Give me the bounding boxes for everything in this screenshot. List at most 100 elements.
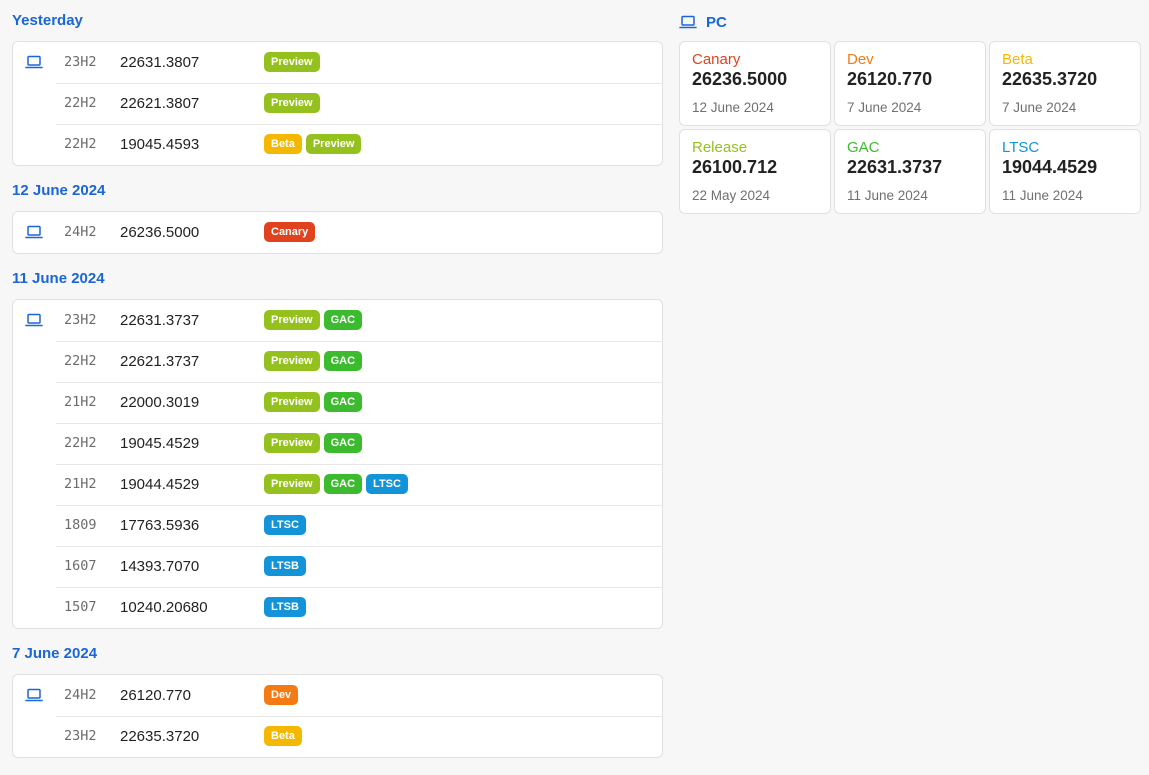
channel-name: Canary [692, 51, 741, 68]
pc-header: PC [679, 12, 727, 32]
laptop-icon [25, 688, 43, 702]
laptop-icon [25, 225, 43, 239]
badge-preview: Preview [264, 310, 320, 330]
build-number: 19044.4529 [120, 476, 200, 493]
release-row[interactable]: 21H2 19044.4529 Preview GAC LTSC [13, 464, 662, 505]
badge-canary: Canary [264, 222, 316, 242]
badge-preview: Preview [264, 52, 320, 72]
release-row[interactable]: 24H2 26236.5000 Canary [13, 212, 662, 253]
version-label: 21H2 [64, 476, 97, 492]
release-card: 24H2 26120.770 Dev 23H2 22635.3720 Beta [12, 674, 663, 758]
badge-ltsb: LTSB [264, 597, 306, 617]
channel-date: 11 June 2024 [847, 188, 928, 203]
version-label: 1607 [64, 558, 97, 574]
channel-name: Beta [1002, 51, 1033, 68]
badge-ltsc: LTSC [264, 515, 306, 535]
badge-preview: Preview [305, 134, 362, 154]
channel-name: Dev [847, 51, 874, 68]
channel-build: 19044.4529 [1002, 157, 1098, 177]
date-heading: 11 June 2024 [12, 270, 105, 287]
pc-title: PC [706, 13, 727, 31]
release-row[interactable]: 23H2 22635.3720 Beta [13, 716, 662, 757]
channel-date: 22 May 2024 [692, 188, 771, 203]
channel-badges: Canary [264, 222, 316, 242]
channel-badges: Beta Preview [264, 134, 362, 154]
badge-preview: Preview [264, 392, 320, 412]
build-number: 10240.20680 [120, 599, 208, 616]
build-number: 22631.3737 [120, 312, 200, 329]
version-label: 22H2 [64, 435, 97, 451]
channel-badges: Preview [264, 52, 320, 72]
laptop-icon [25, 55, 43, 69]
release-card: 23H2 22631.3807 Preview 22H2 22621.3807 Previ… [12, 41, 663, 166]
version-label: 23H2 [64, 312, 97, 328]
channel-tile-beta[interactable]: Beta 22635.3720 7 June 2024 [989, 41, 1141, 126]
channel-build: 26120.770 [847, 69, 933, 89]
badge-gac: GAC [323, 392, 363, 412]
release-row[interactable]: 24H2 26120.770 Dev [13, 675, 662, 716]
badge-beta: Beta [264, 134, 302, 154]
channel-tile-dev[interactable]: Dev 26120.770 7 June 2024 [834, 41, 986, 126]
channel-date: 11 June 2024 [1002, 188, 1083, 203]
release-row[interactable]: 23H2 22631.3807 Preview [13, 42, 662, 83]
release-row[interactable]: 1507 10240.20680 LTSB [13, 587, 662, 628]
laptop-icon [25, 313, 43, 327]
channel-tile-release[interactable]: Release 26100.712 22 May 2024 [679, 129, 831, 214]
release-row[interactable]: 1809 17763.5936 LTSC [13, 505, 662, 546]
build-number: 22621.3737 [120, 353, 200, 370]
version-label: 1809 [64, 517, 97, 533]
badge-ltsb: LTSB [264, 556, 306, 576]
build-number: 22621.3807 [120, 95, 200, 112]
channel-tile-canary[interactable]: Canary 26236.5000 12 June 2024 [679, 41, 831, 126]
channel-build: 22631.3737 [847, 157, 943, 177]
release-row[interactable]: 21H2 22000.3019 Preview GAC [13, 382, 662, 423]
channel-build: 22635.3720 [1002, 69, 1098, 89]
build-number: 19045.4593 [120, 136, 200, 153]
channel-build: 26100.712 [692, 157, 778, 177]
version-label: 24H2 [64, 687, 97, 703]
version-label: 23H2 [64, 728, 97, 744]
date-heading: Yesterday [12, 12, 83, 29]
release-row[interactable]: 22H2 19045.4529 Preview GAC [13, 423, 662, 464]
release-row[interactable]: 1607 14393.7070 LTSB [13, 546, 662, 587]
channel-badges: Preview GAC [264, 392, 363, 412]
channel-badges: Preview [264, 93, 320, 113]
badge-gac: GAC [323, 474, 363, 494]
badge-gac: GAC [323, 310, 363, 330]
release-card: 24H2 26236.5000 Canary [12, 211, 663, 254]
channel-badges: Preview GAC LTSC [264, 474, 408, 494]
version-label: 21H2 [64, 394, 97, 410]
channel-name: Release [692, 139, 748, 156]
build-number: 17763.5936 [120, 517, 200, 534]
release-row[interactable]: 22H2 22621.3807 Preview [13, 83, 662, 124]
laptop-icon [679, 15, 697, 29]
version-label: 22H2 [64, 136, 97, 152]
channel-date: 12 June 2024 [692, 100, 774, 115]
channel-badges: Beta [264, 726, 302, 746]
version-label: 1507 [64, 599, 97, 615]
version-label: 22H2 [64, 95, 97, 111]
release-row[interactable]: 22H2 19045.4593 Beta Preview [13, 124, 662, 165]
badge-preview: Preview [264, 351, 320, 371]
release-row[interactable]: 23H2 22631.3737 Preview GAC [13, 300, 662, 341]
build-number: 14393.7070 [120, 558, 200, 575]
build-number: 22631.3807 [120, 54, 200, 71]
channel-badges: LTSC [264, 515, 306, 535]
badge-gac: GAC [323, 351, 363, 371]
channel-tile-ltsc[interactable]: LTSC 19044.4529 11 June 2024 [989, 129, 1141, 214]
badge-preview: Preview [264, 93, 320, 113]
version-label: 24H2 [64, 224, 97, 240]
build-number: 26120.770 [120, 687, 191, 704]
channel-tile-gac[interactable]: GAC 22631.3737 11 June 2024 [834, 129, 986, 214]
channel-build: 26236.5000 [692, 69, 788, 89]
channel-badges: Dev [264, 685, 299, 705]
build-number: 26236.5000 [120, 224, 200, 241]
channel-badges: LTSB [264, 556, 306, 576]
badge-dev: Dev [264, 685, 299, 705]
badge-gac: GAC [323, 433, 363, 453]
version-label: 22H2 [64, 353, 97, 369]
build-number: 22635.3720 [120, 728, 200, 745]
channel-badges: Preview GAC [264, 351, 363, 371]
release-row[interactable]: 22H2 22621.3737 Preview GAC [13, 341, 662, 382]
channel-badges: Preview GAC [264, 433, 363, 453]
